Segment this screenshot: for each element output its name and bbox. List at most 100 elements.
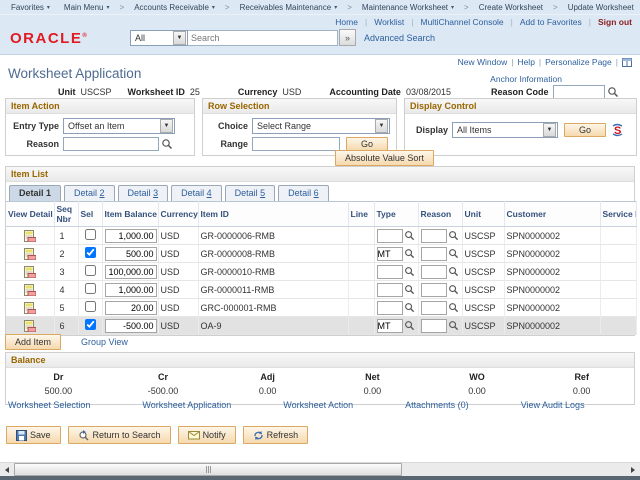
- absolute-value-sort-button[interactable]: Absolute Value Sort: [335, 150, 434, 166]
- item-balance-input[interactable]: [105, 319, 157, 333]
- breadcrumb-item[interactable]: Accounts Receivable▾: [127, 3, 222, 12]
- tab-detail-4[interactable]: Detail 4: [171, 185, 222, 201]
- type-lookup-icon[interactable]: [404, 248, 415, 259]
- sign-out-link[interactable]: Sign out: [598, 17, 632, 27]
- footer-link[interactable]: Attachments (0): [405, 400, 469, 410]
- breadcrumb-item[interactable]: Receivables Maintenance▾: [233, 3, 345, 12]
- pagebar-link[interactable]: Personalize Page: [545, 57, 612, 67]
- type-lookup-icon[interactable]: [404, 266, 415, 277]
- view-detail-icon[interactable]: [24, 266, 36, 278]
- footer-link[interactable]: Worksheet Action: [283, 400, 353, 410]
- reason-input[interactable]: [421, 265, 447, 279]
- type-input[interactable]: [377, 319, 403, 333]
- reason-input[interactable]: [421, 229, 447, 243]
- range-go-button[interactable]: Go: [346, 137, 388, 151]
- reason-lookup-icon[interactable]: [448, 266, 459, 277]
- display-select[interactable]: All Items ▼: [452, 122, 558, 138]
- nav-link[interactable]: Add to Favorites: [520, 17, 582, 27]
- item-action-reason-input[interactable]: [63, 137, 159, 151]
- type-input[interactable]: [377, 229, 403, 243]
- row-select-checkbox[interactable]: [85, 319, 96, 330]
- scrollbar-thumb[interactable]: [14, 463, 402, 476]
- currency-rate-icon[interactable]: S: [611, 123, 624, 137]
- tab-detail-1[interactable]: Detail 1: [9, 185, 61, 201]
- pagebar-link[interactable]: Help: [517, 57, 534, 67]
- add-item-button[interactable]: Add Item: [5, 334, 61, 350]
- row-select-checkbox[interactable]: [85, 229, 96, 240]
- anchor-information-link[interactable]: Anchor Information: [490, 74, 562, 84]
- row-select-checkbox[interactable]: [85, 247, 96, 258]
- return-to-search-button[interactable]: Return to Search: [68, 426, 171, 444]
- item-balance-input[interactable]: [105, 229, 157, 243]
- row-select-checkbox[interactable]: [85, 283, 96, 294]
- tab-detail-6[interactable]: Detail 6: [278, 185, 329, 201]
- save-button[interactable]: Save: [6, 426, 61, 444]
- breadcrumb-item[interactable]: Create Worksheet: [472, 3, 550, 12]
- item-balance-input[interactable]: [105, 301, 157, 315]
- tab-detail-2[interactable]: Detail 2: [64, 185, 115, 201]
- pagebar-link[interactable]: New Window: [458, 57, 508, 67]
- horizontal-scrollbar[interactable]: [0, 462, 640, 476]
- row-select-checkbox[interactable]: [85, 265, 96, 276]
- reason-input[interactable]: [421, 319, 447, 333]
- tab-detail-3[interactable]: Detail 3: [118, 185, 169, 201]
- tab-detail-5[interactable]: Detail 5: [225, 185, 276, 201]
- footer-link[interactable]: Worksheet Selection: [8, 400, 90, 410]
- display-go-button[interactable]: Go: [564, 123, 606, 137]
- nav-link[interactable]: Home: [335, 17, 358, 27]
- table-row: 6USDOA-9USCSPSPN0000002: [6, 317, 636, 335]
- breadcrumb-item[interactable]: Main Menu▾: [57, 3, 117, 12]
- service-purch-cell: [600, 263, 636, 281]
- type-lookup-icon[interactable]: [404, 302, 415, 313]
- nav-link[interactable]: MultiChannel Console: [421, 17, 504, 27]
- breadcrumb-item[interactable]: Maintenance Worksheet▾: [355, 3, 461, 12]
- view-detail-icon[interactable]: [24, 248, 36, 260]
- item-balance-input[interactable]: [105, 265, 157, 279]
- scroll-right-arrow[interactable]: [627, 464, 639, 476]
- range-input[interactable]: [252, 137, 340, 151]
- footer-link[interactable]: Worksheet Application: [142, 400, 231, 410]
- type-lookup-icon[interactable]: [404, 230, 415, 241]
- footer-link[interactable]: View Audit Logs: [521, 400, 585, 410]
- search-input[interactable]: [188, 30, 338, 46]
- reason-input[interactable]: [421, 283, 447, 297]
- breadcrumb-item[interactable]: Update Worksheet: [561, 3, 640, 12]
- search-scope-select[interactable]: All ▼: [130, 30, 188, 46]
- item-action-reason-lookup-icon[interactable]: [161, 138, 173, 150]
- reason-input[interactable]: [421, 247, 447, 261]
- type-lookup-icon[interactable]: [404, 284, 415, 295]
- item-balance-input[interactable]: [105, 247, 157, 261]
- search-go-button[interactable]: »: [339, 29, 356, 46]
- reason-lookup-icon[interactable]: [448, 302, 459, 313]
- scroll-left-arrow[interactable]: [1, 464, 13, 476]
- reason-code-lookup-icon[interactable]: [607, 86, 619, 98]
- reason-input[interactable]: [421, 301, 447, 315]
- notify-button[interactable]: Notify: [178, 426, 236, 444]
- type-input[interactable]: [377, 247, 403, 261]
- breadcrumb-item[interactable]: Favorites▾: [4, 3, 57, 12]
- choice-select[interactable]: Select Range ▼: [252, 118, 390, 134]
- type-input[interactable]: [377, 265, 403, 279]
- view-detail-icon[interactable]: [24, 284, 36, 296]
- new-window-grid-icon[interactable]: [622, 58, 632, 67]
- currency-cell: USD: [158, 263, 198, 281]
- reason-lookup-icon[interactable]: [448, 320, 459, 331]
- row-select-checkbox[interactable]: [85, 301, 96, 312]
- nav-link[interactable]: Worklist: [374, 17, 404, 27]
- type-lookup-icon[interactable]: [404, 320, 415, 331]
- entry-type-select[interactable]: Offset an Item ▼: [63, 118, 175, 134]
- type-input[interactable]: [377, 301, 403, 315]
- group-view-link[interactable]: Group View: [81, 337, 128, 347]
- reason-lookup-icon[interactable]: [448, 284, 459, 295]
- reason-code-input[interactable]: [553, 85, 605, 99]
- view-detail-icon[interactable]: [24, 302, 36, 314]
- view-detail-icon[interactable]: [24, 230, 36, 242]
- reason-lookup-icon[interactable]: [448, 248, 459, 259]
- reason-lookup-icon[interactable]: [448, 230, 459, 241]
- column-header: Customer: [504, 202, 600, 227]
- refresh-button[interactable]: Refresh: [243, 426, 309, 444]
- item-balance-input[interactable]: [105, 283, 157, 297]
- advanced-search-link[interactable]: Advanced Search: [364, 33, 435, 43]
- type-input[interactable]: [377, 283, 403, 297]
- view-detail-icon[interactable]: [24, 320, 36, 332]
